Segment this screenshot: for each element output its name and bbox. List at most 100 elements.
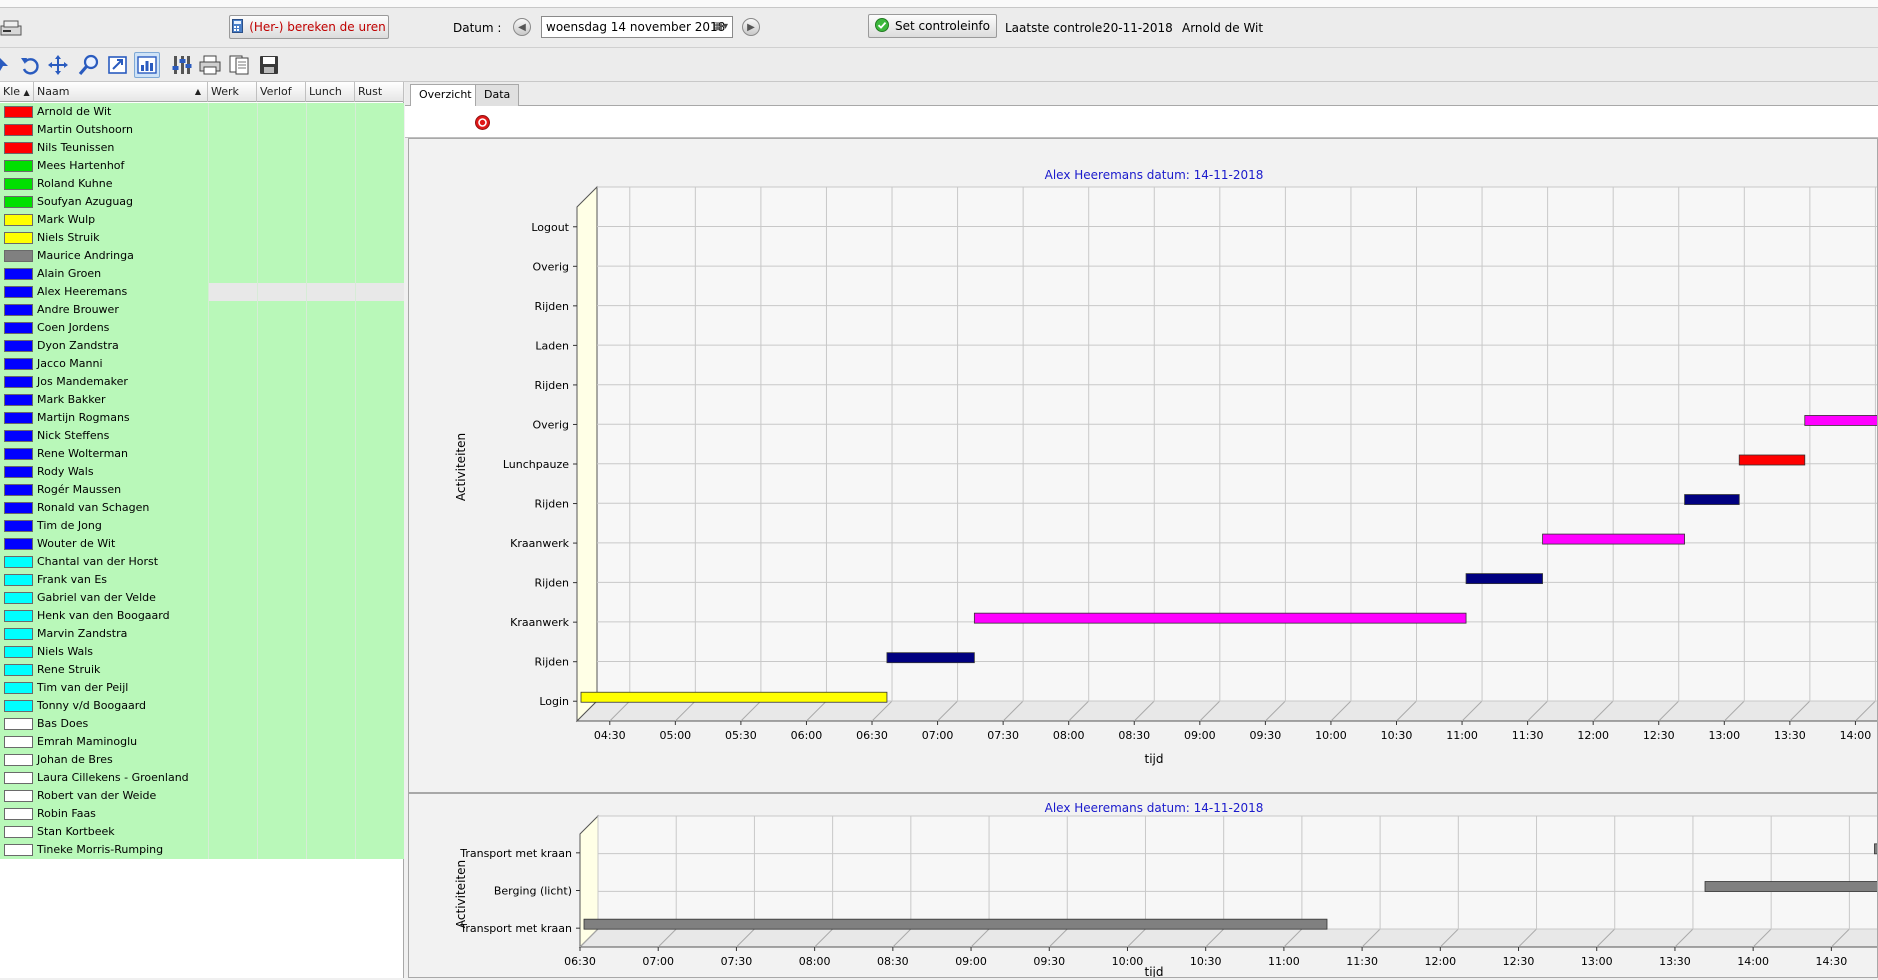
table-row[interactable]: Bas Does [0,715,404,733]
table-row[interactable]: Coen Jordens [0,319,404,337]
grid-cell[interactable] [257,805,306,823]
grid-cell[interactable] [208,787,257,805]
grid-cell[interactable] [208,355,257,373]
grid-cell[interactable] [355,175,404,193]
grid-cell[interactable] [355,283,404,301]
grid-cell[interactable] [208,535,257,553]
scanner-icon[interactable] [0,16,22,40]
grid-cell[interactable] [306,301,355,319]
grid-cell[interactable] [208,625,257,643]
grid-cell[interactable] [208,247,257,265]
grid-cell[interactable] [306,571,355,589]
table-row[interactable]: Soufyan Azuguag [0,193,404,211]
table-row[interactable]: Henk van den Boogaard [0,607,404,625]
grid-cell[interactable] [208,571,257,589]
grid-cell[interactable] [306,175,355,193]
grid-cell[interactable] [208,589,257,607]
grid-cell[interactable] [355,715,404,733]
table-row[interactable]: Arnold de Wit [0,103,404,121]
column-header-verlof[interactable]: Verlof [257,82,306,102]
grid-cell[interactable] [257,751,306,769]
table-row[interactable]: Dyon Zandstra [0,337,404,355]
grid-cell[interactable] [257,769,306,787]
column-header-werk[interactable]: Werk [208,82,257,102]
table-row[interactable]: Mark Wulp [0,211,404,229]
grid-cell[interactable] [306,373,355,391]
grid-cell[interactable] [306,211,355,229]
grid-cell[interactable] [306,787,355,805]
grid-cell[interactable] [208,769,257,787]
grid-cell[interactable] [257,229,306,247]
grid-cell[interactable] [355,445,404,463]
grid-cell[interactable] [355,121,404,139]
grid-cell[interactable] [306,769,355,787]
table-row[interactable]: Robert van der Weide [0,787,404,805]
grid-cell[interactable] [208,319,257,337]
grid-cell[interactable] [257,607,306,625]
table-row[interactable]: Nils Teunissen [0,139,404,157]
grid-cell[interactable] [257,193,306,211]
grid-cell[interactable] [355,139,404,157]
grid-cell[interactable] [208,427,257,445]
grid-cell[interactable] [208,229,257,247]
grid-cell[interactable] [257,391,306,409]
table-row[interactable]: Tim van der Peijl [0,679,404,697]
recalculate-hours-button[interactable]: (Her-) bereken de uren [229,15,389,39]
grid-cell[interactable] [257,697,306,715]
table-row[interactable]: Martijn Rogmans [0,409,404,427]
grid-cell[interactable] [355,571,404,589]
grid-cell[interactable] [306,319,355,337]
table-row[interactable]: Gabriel van der Velde [0,589,404,607]
grid-cell[interactable] [306,229,355,247]
grid-cell[interactable] [208,175,257,193]
column-header-kleur[interactable]: Kle ▲ [0,82,34,102]
export-chart-icon[interactable] [105,52,131,78]
grid-cell[interactable] [306,535,355,553]
grid-cell[interactable] [306,409,355,427]
table-row[interactable]: Rogér Maussen [0,481,404,499]
record-icon[interactable] [475,115,490,133]
grid-cell[interactable] [257,175,306,193]
grid-cell[interactable] [208,805,257,823]
grid-cell[interactable] [257,157,306,175]
table-row[interactable]: Alain Groen [0,265,404,283]
grid-cell[interactable] [355,553,404,571]
grid-cell[interactable] [355,355,404,373]
table-row[interactable]: Rody Wals [0,463,404,481]
grid-cell[interactable] [257,661,306,679]
grid-cell[interactable] [355,265,404,283]
print-icon[interactable] [197,52,223,78]
grid-cell[interactable] [355,535,404,553]
grid-cell[interactable] [355,481,404,499]
date-picker[interactable]: woensdag 14 november 2018 ▦▾ [541,16,733,38]
select-arrow-icon[interactable] [0,52,10,78]
grid-cell[interactable] [306,463,355,481]
grid-cell[interactable] [306,553,355,571]
table-row[interactable]: Nick Steffens [0,427,404,445]
grid-cell[interactable] [208,139,257,157]
grid-cell[interactable] [306,607,355,625]
grid-cell[interactable] [208,301,257,319]
grid-cell[interactable] [257,463,306,481]
grid-cell[interactable] [257,823,306,841]
grid-cell[interactable] [257,427,306,445]
grid-cell[interactable] [257,319,306,337]
grid-cell[interactable] [306,355,355,373]
grid-cell[interactable] [355,697,404,715]
grid-cell[interactable] [208,715,257,733]
grid-cell[interactable] [208,697,257,715]
undo-icon[interactable] [17,52,43,78]
table-row[interactable]: Robin Faas [0,805,404,823]
grid-cell[interactable] [257,337,306,355]
grid-cell[interactable] [355,607,404,625]
grid-cell[interactable] [257,715,306,733]
grid-cell[interactable] [306,751,355,769]
grid-cell[interactable] [208,103,257,121]
grid-cell[interactable] [355,589,404,607]
table-row[interactable]: Tim de Jong [0,517,404,535]
grid-cell[interactable] [355,301,404,319]
grid-cell[interactable] [208,481,257,499]
table-row[interactable]: Niels Wals [0,643,404,661]
grid-cell[interactable] [306,517,355,535]
grid-cell[interactable] [208,391,257,409]
